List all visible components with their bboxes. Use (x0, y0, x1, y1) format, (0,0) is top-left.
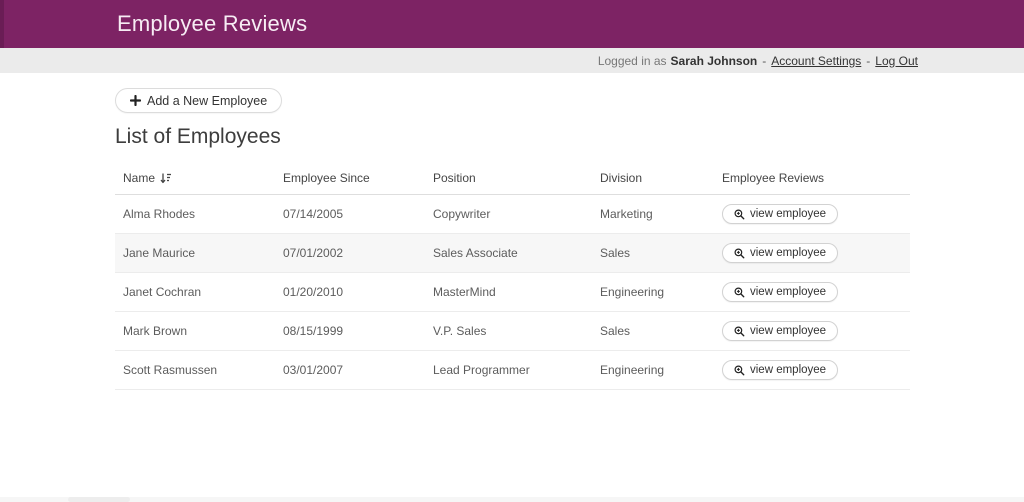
cell-action: view employee (714, 195, 910, 234)
cell-employee-since: 07/14/2005 (275, 195, 425, 234)
log-out-link[interactable]: Log Out (875, 54, 918, 68)
app-header: Employee Reviews (0, 0, 1024, 48)
cell-position: Copywriter (425, 195, 592, 234)
view-employee-button[interactable]: view employee (722, 204, 838, 224)
table-row: Alma Rhodes 07/14/2005 Copywriter Market… (115, 195, 910, 234)
cell-action: view employee (714, 273, 910, 312)
cell-position: Lead Programmer (425, 351, 592, 390)
search-plus-icon (734, 209, 745, 220)
cell-position: V.P. Sales (425, 312, 592, 351)
main-content: Add a New Employee List of Employees Nam… (0, 73, 1024, 390)
column-header-position[interactable]: Position (425, 162, 592, 195)
bottom-edge-strip (0, 497, 1024, 502)
account-settings-link[interactable]: Account Settings (771, 54, 861, 68)
add-employee-button-label: Add a New Employee (147, 94, 267, 108)
table-row: Jane Maurice 07/01/2002 Sales Associate … (115, 234, 910, 273)
cell-name: Jane Maurice (115, 234, 275, 273)
table-header-row: Name Employee Since Pos (115, 162, 910, 195)
cell-action: view employee (714, 312, 910, 351)
table-row: Janet Cochran 01/20/2010 MasterMind Engi… (115, 273, 910, 312)
cell-name: Mark Brown (115, 312, 275, 351)
view-employee-button[interactable]: view employee (722, 282, 838, 302)
cell-position: Sales Associate (425, 234, 592, 273)
view-employee-button-label: view employee (750, 364, 826, 376)
cell-employee-since: 03/01/2007 (275, 351, 425, 390)
cell-name: Scott Rasmussen (115, 351, 275, 390)
account-bar: Logged in as Sarah Johnson - Account Set… (0, 48, 1024, 73)
cell-division: Engineering (592, 351, 714, 390)
cell-name: Janet Cochran (115, 273, 275, 312)
column-header-division[interactable]: Division (592, 162, 714, 195)
search-plus-icon (734, 326, 745, 337)
view-employee-button[interactable]: view employee (722, 321, 838, 341)
page-title: Employee Reviews (117, 11, 307, 37)
search-plus-icon (734, 248, 745, 259)
search-plus-icon (734, 287, 745, 298)
table-row: Scott Rasmussen 03/01/2007 Lead Programm… (115, 351, 910, 390)
plus-icon (130, 95, 141, 106)
cell-position: MasterMind (425, 273, 592, 312)
logged-in-label: Logged in as (598, 54, 667, 68)
search-plus-icon (734, 365, 745, 376)
view-employee-button-label: view employee (750, 247, 826, 259)
user-name: Sarah Johnson (671, 54, 758, 68)
add-employee-button[interactable]: Add a New Employee (115, 88, 282, 113)
cell-division: Sales (592, 312, 714, 351)
cell-employee-since: 01/20/2010 (275, 273, 425, 312)
cell-division: Engineering (592, 273, 714, 312)
list-heading: List of Employees (115, 125, 1024, 149)
view-employee-button-label: view employee (750, 286, 826, 298)
cell-division: Sales (592, 234, 714, 273)
cell-employee-since: 08/15/1999 (275, 312, 425, 351)
cell-action: view employee (714, 234, 910, 273)
view-employee-button[interactable]: view employee (722, 243, 838, 263)
employee-table: Name Employee Since Pos (115, 162, 910, 390)
table-row: Mark Brown 08/15/1999 V.P. Sales Sales (115, 312, 910, 351)
separator: - (866, 54, 870, 68)
bottom-edge-tab (68, 497, 130, 502)
separator: - (762, 54, 766, 68)
view-employee-button-label: view employee (750, 208, 826, 220)
column-header-employee-reviews[interactable]: Employee Reviews (714, 162, 910, 195)
cell-division: Marketing (592, 195, 714, 234)
cell-action: view employee (714, 351, 910, 390)
cell-name: Alma Rhodes (115, 195, 275, 234)
cell-employee-since: 07/01/2002 (275, 234, 425, 273)
view-employee-button[interactable]: view employee (722, 360, 838, 380)
column-header-name[interactable]: Name (115, 162, 275, 195)
column-header-employee-since[interactable]: Employee Since (275, 162, 425, 195)
view-employee-button-label: view employee (750, 325, 826, 337)
column-header-name-label: Name (123, 171, 155, 185)
sort-amount-down-icon[interactable] (160, 172, 172, 184)
